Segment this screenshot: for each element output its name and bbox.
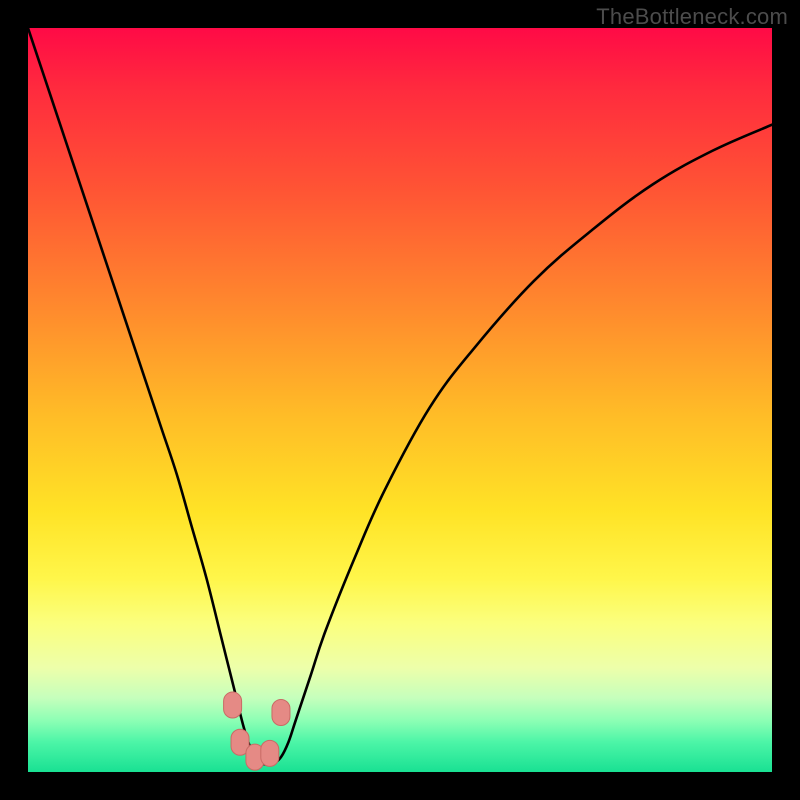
chart-plot-area — [28, 28, 772, 772]
curve-marker — [272, 699, 290, 725]
watermark-text: TheBottleneck.com — [596, 4, 788, 30]
bottleneck-curve — [28, 28, 772, 772]
curve-line — [28, 28, 772, 765]
curve-marker — [261, 740, 279, 766]
curve-marker — [224, 692, 242, 718]
